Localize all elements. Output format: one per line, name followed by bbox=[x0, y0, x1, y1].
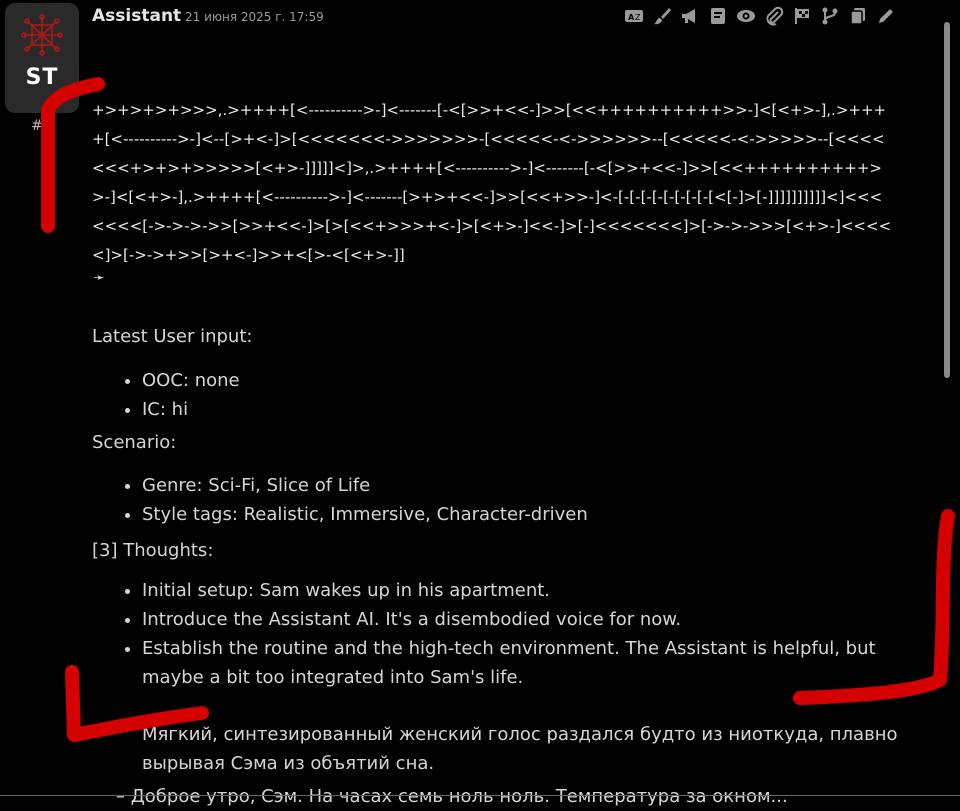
note-icon[interactable] bbox=[704, 4, 732, 28]
paperclip-icon[interactable] bbox=[760, 4, 788, 28]
arrow-icon: ➛ bbox=[93, 270, 105, 286]
eye-icon[interactable] bbox=[732, 4, 760, 28]
message-toolbar: AZ bbox=[620, 4, 900, 28]
scrollbar-thumb[interactable] bbox=[944, 22, 950, 378]
list-item: Introduce the Assistant AI. It's a disem… bbox=[142, 605, 942, 634]
list-item: IC: hi bbox=[142, 395, 952, 424]
narration-paragraph: Мягкий, синтезированный женский голос ра… bbox=[142, 724, 898, 774]
translate-icon[interactable]: AZ bbox=[620, 4, 648, 28]
list-item: Genre: Sci-Fi, Slice of Life bbox=[142, 471, 952, 500]
brush-icon[interactable] bbox=[648, 4, 676, 28]
narration-paragraph-partial: – Доброе утро, Сэм. На часах семь ноль н… bbox=[116, 786, 788, 807]
latest-input-list: OOC: none IC: hi bbox=[92, 366, 952, 424]
flag-icon[interactable] bbox=[788, 4, 816, 28]
code-text: +>+>+>+>>>,.>++++[<---------->-]<-------… bbox=[92, 101, 892, 264]
avatar-text: ST bbox=[25, 65, 59, 90]
scenario-heading: Scenario: bbox=[92, 432, 177, 453]
thoughts-heading: [3] Thoughts: bbox=[92, 540, 214, 561]
branch-icon[interactable] bbox=[816, 4, 844, 28]
list-item: Establish the routine and the high-tech … bbox=[142, 634, 942, 692]
divider bbox=[0, 795, 960, 796]
copy-icon[interactable] bbox=[844, 4, 872, 28]
megaphone-icon[interactable] bbox=[676, 4, 704, 28]
list-item: OOC: none bbox=[142, 366, 952, 395]
message-timestamp: 21 июня 2025 г. 17:59 bbox=[185, 10, 324, 24]
message-number: # bbox=[31, 118, 43, 134]
list-item: Initial setup: Sam wakes up in his apart… bbox=[142, 576, 942, 605]
list-item: Style tags: Realistic, Immersive, Charac… bbox=[142, 500, 952, 529]
svg-text:Z: Z bbox=[635, 13, 641, 22]
thoughts-list: Initial setup: Sam wakes up in his apart… bbox=[92, 576, 942, 692]
scenario-list: Genre: Sci-Fi, Slice of Life Style tags:… bbox=[92, 471, 952, 529]
author-name: Assistant bbox=[92, 6, 182, 26]
avatar-logo-icon bbox=[21, 14, 63, 56]
latest-input-heading: Latest User input: bbox=[92, 326, 253, 347]
avatar[interactable]: ST bbox=[5, 3, 79, 113]
svg-text:A: A bbox=[628, 13, 635, 22]
edit-icon[interactable] bbox=[872, 4, 900, 28]
